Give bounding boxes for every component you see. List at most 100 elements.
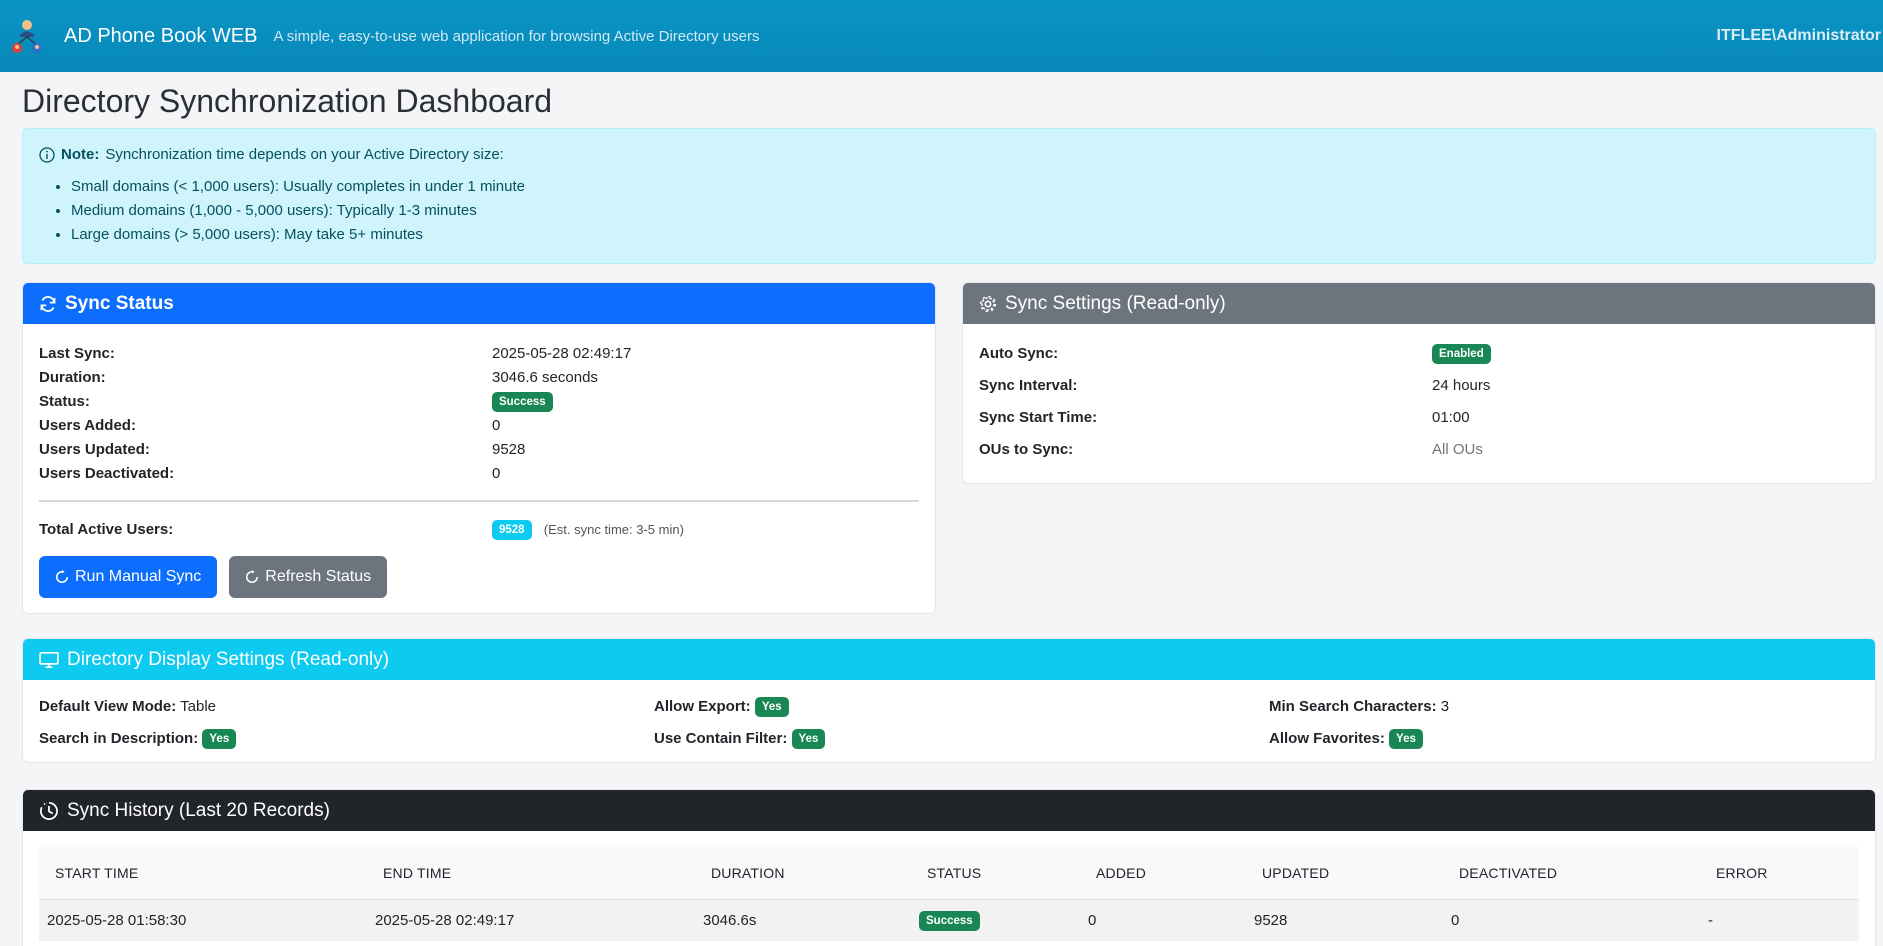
duration-label: Duration: [39, 369, 106, 387]
display-settings-card: Directory Display Settings (Read-only) D… [22, 638, 1876, 764]
min-search-value: 3 [1440, 698, 1450, 716]
default-view-label: Default View Mode: [39, 698, 177, 716]
auto-sync-label: Auto Sync: [979, 345, 1059, 363]
allow-favorites-setting: Allow Favorites: Yes [1269, 726, 1859, 752]
ous-to-sync-label: OUs to Sync: [979, 441, 1074, 459]
top-navbar: AD Phone Book WEB A simple, easy-to-use … [0, 0, 1883, 72]
duration-row: Duration: 3046.6 seconds [39, 366, 919, 390]
clock-history-icon [39, 801, 58, 820]
row-end-time: 2025-05-28 02:49:17 [367, 899, 695, 942]
row-updated: 9528 [1246, 899, 1443, 942]
sync-interval-row: Sync Interval: 24 hours [979, 370, 1859, 402]
contain-filter-badge: Yes [791, 729, 826, 750]
refresh-icon [246, 570, 259, 584]
auto-sync-badge: Enabled [1432, 344, 1491, 365]
total-users-label: Total Active Users: [39, 521, 174, 539]
display-settings-header: Directory Display Settings (Read-only) [23, 639, 1875, 681]
contain-filter-setting: Use Contain Filter: Yes [654, 726, 1269, 752]
allow-favorites-label: Allow Favorites: [1269, 730, 1385, 748]
users-logo-icon[interactable] [10, 17, 44, 55]
col-added[interactable]: ADDED [1080, 847, 1246, 900]
users-added-value: 0 [492, 417, 501, 435]
allow-export-setting: Allow Export: Yes [654, 694, 1269, 720]
sync-history-header: Sync History (Last 20 Records) [23, 790, 1875, 832]
main-content: Directory Synchronization Dashboard Note… [0, 82, 1876, 946]
col-deactivated[interactable]: DEACTIVATED [1443, 847, 1700, 900]
sync-history-card: Sync History (Last 20 Records) START TIM… [22, 789, 1876, 946]
col-duration[interactable]: DURATION [695, 847, 911, 900]
col-status[interactable]: STATUS [911, 847, 1080, 900]
row-duration: 3046.6s [695, 899, 911, 942]
sync-interval-label: Sync Interval: [979, 377, 1078, 395]
last-sync-row: Last Sync: 2025-05-28 02:49:17 [39, 342, 919, 366]
users-deactivated-value: 0 [492, 465, 501, 483]
search-description-setting: Search in Description: Yes [39, 726, 654, 752]
col-error[interactable]: ERROR [1700, 847, 1859, 900]
divider [39, 500, 919, 503]
sync-start-time-label: Sync Start Time: [979, 409, 1098, 427]
ous-to-sync-value: All OUs [1432, 441, 1483, 459]
duration-value: 3046.6 seconds [492, 369, 598, 387]
col-start-time[interactable]: START TIME [39, 847, 367, 900]
users-deactivated-row: Users Deactivated: 0 [39, 462, 919, 486]
note-item-medium: Medium domains (1,000 - 5,000 users): Ty… [71, 199, 1859, 223]
brand-tagline: A simple, easy-to-use web application fo… [273, 27, 760, 45]
note-text: Synchronization time depends on your Act… [105, 146, 504, 164]
total-users-badge: 9528 [492, 520, 532, 541]
users-added-label: Users Added: [39, 417, 136, 435]
sync-start-time-row: Sync Start Time: 01:00 [979, 402, 1859, 434]
col-end-time[interactable]: END TIME [367, 847, 695, 900]
users-updated-label: Users Updated: [39, 441, 150, 459]
allow-export-label: Allow Export: [654, 698, 751, 716]
page-title: Directory Synchronization Dashboard [22, 83, 553, 119]
refresh-icon [56, 570, 69, 584]
sync-settings-card: Sync Settings (Read-only) Auto Sync: Ena… [962, 282, 1876, 485]
est-sync-time: (Est. sync time: 3-5 min) [543, 522, 684, 538]
run-manual-sync-button[interactable]: Run Manual Sync [39, 556, 218, 599]
allow-export-badge: Yes [754, 697, 789, 718]
total-users-row: Total Active Users: 9528 (Est. sync time… [39, 518, 919, 542]
default-view-value: Table [180, 698, 217, 716]
allow-favorites-badge: Yes [1389, 729, 1423, 750]
row-start-time: 2025-05-28 01:58:30 [39, 899, 367, 942]
contain-filter-label: Use Contain Filter: [654, 730, 788, 748]
ous-to-sync-row: OUs to Sync: All OUs [979, 434, 1859, 466]
sync-start-time-value: 01:00 [1432, 409, 1470, 427]
gear-icon [979, 295, 997, 313]
status-badge: Success [492, 392, 553, 413]
last-sync-value: 2025-05-28 02:49:17 [492, 345, 632, 363]
status-row: Status: Success [39, 390, 919, 414]
row-error: - [1700, 899, 1859, 942]
search-description-badge: Yes [202, 729, 237, 750]
note-list: Small domains (< 1,000 users): Usually c… [71, 175, 1859, 247]
last-sync-label: Last Sync: [39, 345, 115, 363]
users-deactivated-label: Users Deactivated: [39, 465, 175, 483]
sync-settings-title: Sync Settings (Read-only) [1005, 292, 1226, 314]
users-updated-row: Users Updated: 9528 [39, 438, 919, 462]
sync-status-header: Sync Status [23, 283, 935, 325]
table-header-row: START TIME END TIME DURATION STATUS ADDE… [39, 847, 1859, 900]
default-view-setting: Default View Mode: Table [39, 694, 654, 720]
sync-history-table: START TIME END TIME DURATION STATUS ADDE… [39, 847, 1859, 942]
refresh-status-button[interactable]: Refresh Status [229, 556, 388, 599]
status-label: Status: [39, 393, 90, 411]
current-user[interactable]: ITFLEE\Administrator [1717, 27, 1883, 45]
refresh-icon [40, 295, 56, 312]
note-item-large: Large domains (> 5,000 users): May take … [71, 223, 1859, 247]
sync-history-title: Sync History (Last 20 Records) [67, 799, 330, 821]
search-description-label: Search in Description: [39, 730, 199, 748]
display-settings-title: Directory Display Settings (Read-only) [67, 648, 390, 670]
sync-time-note: Note: Synchronization time depends on yo… [22, 128, 1876, 265]
brand-title[interactable]: AD Phone Book WEB [64, 25, 257, 48]
auto-sync-row: Auto Sync: Enabled [979, 338, 1859, 370]
info-icon [39, 147, 55, 163]
row-deactivated: 0 [1443, 899, 1700, 942]
refresh-status-label: Refresh Status [265, 568, 372, 586]
table-row: 2025-05-28 01:58:30 2025-05-28 02:49:17 … [39, 899, 1859, 942]
sync-status-card: Sync Status Last Sync: 2025-05-28 02:49:… [22, 282, 936, 615]
row-status-badge: Success [919, 910, 980, 931]
users-added-row: Users Added: 0 [39, 414, 919, 438]
note-label: Note: [61, 146, 100, 164]
note-item-small: Small domains (< 1,000 users): Usually c… [71, 175, 1859, 199]
col-updated[interactable]: UPDATED [1246, 847, 1443, 900]
